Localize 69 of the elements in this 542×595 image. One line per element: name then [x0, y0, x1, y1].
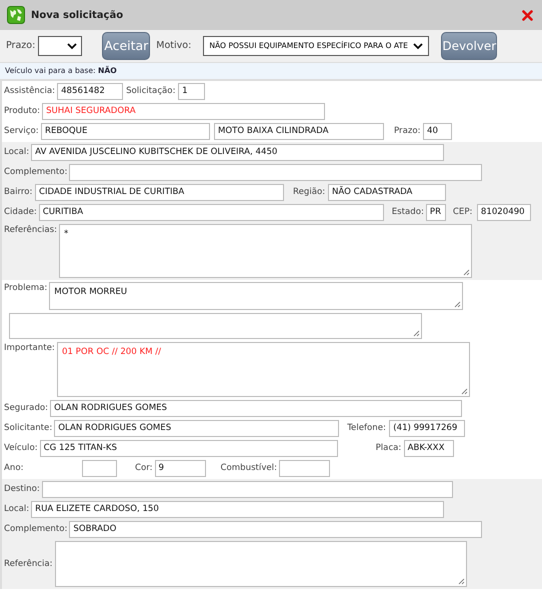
input-field[interactable]: PR: [426, 204, 446, 221]
motivo-label: Motivo:: [156, 38, 192, 53]
input-field[interactable]: 1: [178, 83, 206, 100]
input-field[interactable]: 40: [423, 123, 452, 140]
field-label: Destino:: [4, 483, 41, 496]
field-label: Cor:: [135, 462, 154, 475]
input-field[interactable]: AV AVENIDA JUSCELINO KUBITSCHEK DE OLIVEIRA, 4450: [31, 144, 444, 161]
field-label: Serviço:: [4, 125, 40, 138]
chevron-icon: [413, 42, 424, 50]
resize-grip-icon: [461, 388, 468, 395]
field-label: Referência:: [4, 558, 54, 570]
field-label: Cidade:: [4, 206, 38, 219]
field-label: Combustível:: [220, 462, 278, 475]
field-label: Placa:: [376, 442, 402, 455]
field-label: Solicitante:: [4, 422, 54, 435]
field-label: Assistência:: [4, 85, 56, 98]
field-label: Complemento:: [4, 166, 68, 179]
input-field[interactable]: 81020490: [476, 204, 531, 221]
input-field[interactable]: OLAN RODRIGUES GOMES: [54, 420, 340, 437]
input-field[interactable]: [42, 481, 453, 498]
text-area[interactable]: MOTOR MORREU: [49, 282, 464, 310]
input-field[interactable]: SUHAI SEGURADORA: [42, 103, 326, 120]
field-label: Referências:: [4, 224, 58, 237]
text-area[interactable]: [54, 541, 467, 587]
field-label: Importante:: [4, 342, 56, 355]
input-field[interactable]: NÃO CADASTRADA: [328, 184, 446, 201]
window-title: Nova solicitação: [31, 8, 124, 22]
field-label: Local:: [4, 503, 30, 516]
text-area[interactable]: [9, 313, 422, 339]
input-field[interactable]: (41) 99917269: [389, 420, 466, 437]
field-label: Estado:: [392, 206, 425, 219]
input-field[interactable]: [82, 460, 117, 477]
field-label: Prazo:: [394, 125, 422, 138]
input-field[interactable]: REBOQUE: [41, 123, 210, 140]
field-label: Produto:: [4, 105, 42, 118]
input-field[interactable]: [278, 460, 330, 477]
input-field[interactable]: SOBRADO: [69, 521, 482, 538]
field-label: Complemento:: [4, 523, 68, 536]
field-label: Ano:: [4, 462, 24, 475]
resize-grip-icon: [454, 301, 462, 308]
input-field[interactable]: 48561482: [57, 83, 124, 100]
resize-grip-icon: [413, 330, 420, 337]
input-field[interactable]: [69, 164, 482, 181]
field-label: Local:: [4, 146, 30, 159]
chevron-icon: [67, 42, 78, 50]
field-label: CEP:: [452, 206, 474, 219]
close-icon[interactable]: [522, 10, 533, 20]
resize-grip-icon: [463, 269, 470, 276]
field-label: Segurado:: [4, 402, 50, 415]
field-label: Veículo:: [4, 442, 39, 455]
map-icon: [7, 6, 25, 24]
input-field[interactable]: CG 125 TITAN-KS: [40, 440, 338, 457]
input-field[interactable]: OLAN RODRIGUES GOMES: [50, 400, 462, 417]
input-field[interactable]: RUA ELIZETE CARDOSO, 150: [31, 501, 444, 518]
field-label: Telefone:: [347, 422, 387, 435]
input-field[interactable]: CIDADE INDUSTRIAL DE CURITIBA: [35, 184, 284, 201]
field-label: Problema:: [4, 282, 48, 295]
input-field[interactable]: MOTO BAIXA CILINDRADA: [214, 123, 384, 140]
field-label: Bairro:: [4, 186, 34, 199]
field-label: Solicitação:: [126, 85, 176, 98]
text-area[interactable]: 01 POR OC // 200 KM //: [57, 342, 470, 397]
field-label: Região:: [293, 186, 326, 199]
input-field[interactable]: CURITIBA: [38, 204, 384, 221]
prazo-select[interactable]: [38, 36, 82, 56]
resize-grip-icon: [458, 578, 465, 585]
input-field[interactable]: 9: [154, 460, 206, 477]
input-field[interactable]: ABK-XXX: [404, 440, 454, 457]
text-area[interactable]: *: [59, 224, 472, 278]
prazo-label: Prazo:: [6, 38, 36, 53]
